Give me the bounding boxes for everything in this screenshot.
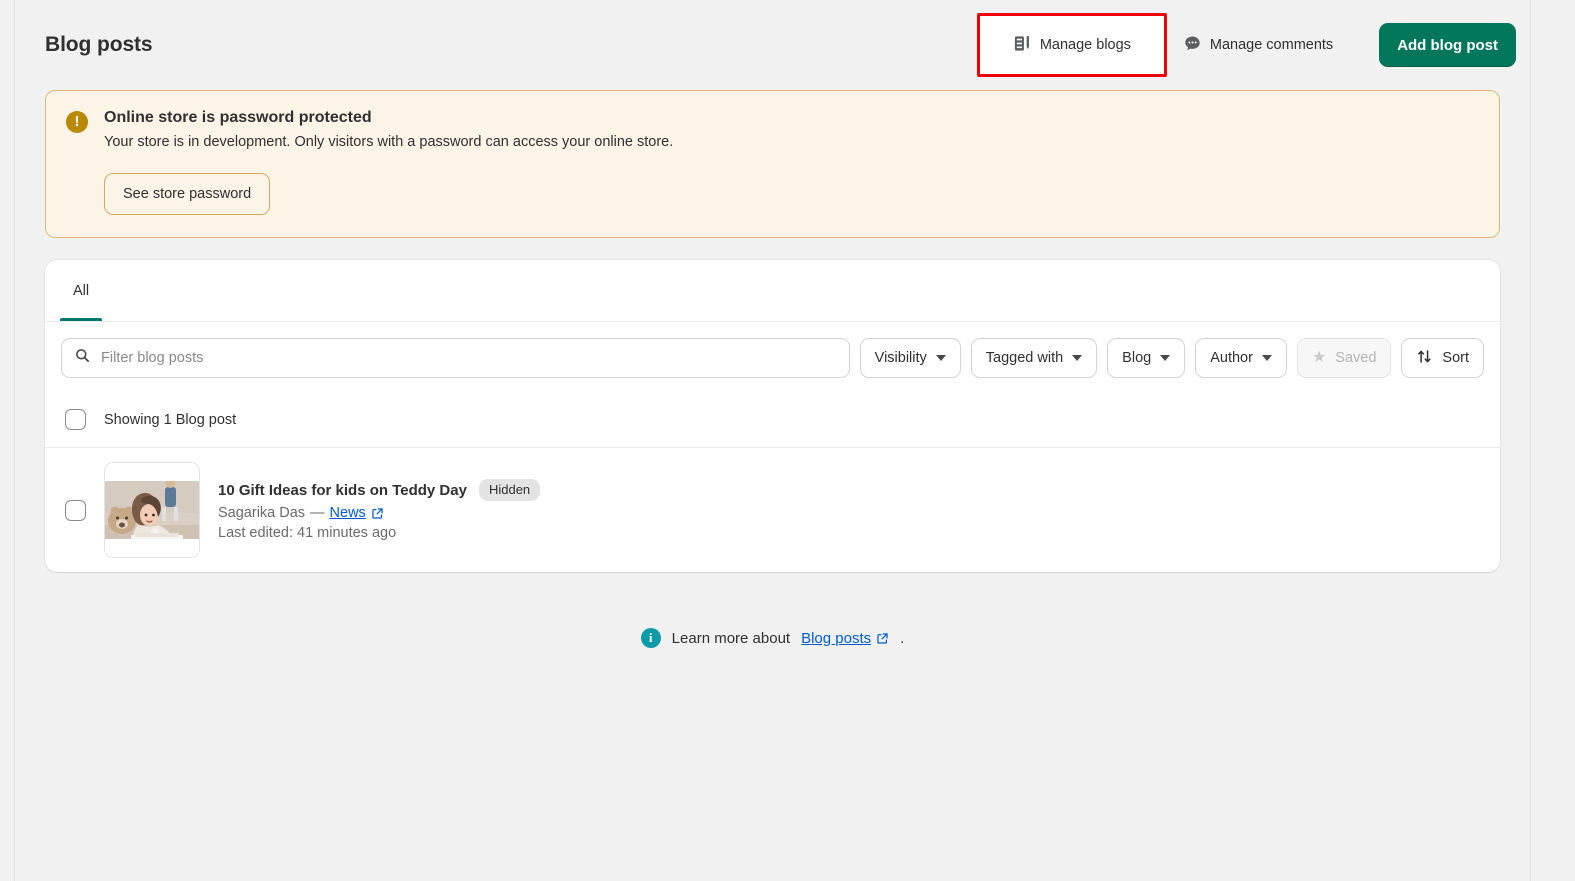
filter-author-label: Author [1210,350,1253,366]
tab-all[interactable]: All [57,260,105,321]
filter-blog-label: Blog [1122,350,1151,366]
star-icon: ★ [1312,350,1326,366]
external-link-icon[interactable] [371,507,384,520]
chevron-down-icon [936,355,946,361]
page-header: Blog posts Manage [15,0,1530,90]
filter-visibility-label: Visibility [875,350,927,366]
page-title: Blog posts [45,33,153,57]
filter-tagged-with-label: Tagged with [986,350,1063,366]
select-all-checkbox[interactable] [65,409,86,430]
blog-post-last-edited: Last edited: 41 minutes ago [218,525,540,541]
manage-blogs-button[interactable]: Manage blogs [999,27,1145,63]
sort-button[interactable]: Sort [1401,338,1484,378]
footer-prefix: Learn more about [672,630,790,647]
search-input[interactable] [101,350,837,366]
banner-text: Your store is in development. Only visit… [104,132,673,153]
search-icon [74,347,91,369]
manage-blogs-label: Manage blogs [1040,37,1131,53]
info-circle-icon: i [641,628,661,648]
footer-link-wrap[interactable]: Blog posts [801,630,889,647]
external-link-icon[interactable] [876,632,889,645]
blog-pencil-icon [1013,34,1032,57]
chevron-down-icon [1072,355,1082,361]
blog-post-info: 10 Gift Ideas for kids on Teddy Day Hidd… [218,479,540,542]
manage-comments-label: Manage comments [1210,37,1333,53]
filter-blog-button[interactable]: Blog [1107,338,1185,378]
manage-comments-button[interactable]: Manage comments [1169,27,1347,63]
manage-blogs-annotation-box: Manage blogs [977,13,1167,77]
blog-post-title[interactable]: 10 Gift Ideas for kids on Teddy Day [218,482,467,499]
blog-post-row[interactable]: 10 Gift Ideas for kids on Teddy Day Hidd… [45,448,1500,572]
filter-visibility-button[interactable]: Visibility [860,338,961,378]
tab-bar: All [45,260,1500,322]
page-content: Blog posts Manage [15,0,1530,881]
chevron-down-icon [1262,355,1272,361]
alert-circle-icon: ! [66,111,88,133]
row-select-checkbox[interactable] [65,500,86,521]
sort-label: Sort [1442,350,1469,366]
chevron-down-icon [1160,355,1170,361]
speech-bubble-icon [1183,34,1202,57]
meta-separator: — [310,505,325,521]
blog-post-author: Sagarika Das [218,505,305,521]
blog-post-title-line: 10 Gift Ideas for kids on Teddy Day Hidd… [218,479,540,502]
filter-tagged-with-button[interactable]: Tagged with [971,338,1097,378]
password-protected-banner: ! Online store is password protected You… [45,90,1500,238]
app-viewport: Blog posts Manage [0,0,1575,881]
see-store-password-button[interactable]: See store password [104,173,270,215]
saved-label: Saved [1335,350,1376,366]
sort-arrows-icon [1416,348,1433,369]
add-blog-post-button[interactable]: Add blog post [1379,23,1516,67]
search-box[interactable] [61,338,850,378]
status-badge: Hidden [479,479,540,502]
footer-suffix: . [900,630,904,647]
header-actions: Manage blogs Manage comments Add b [977,13,1516,77]
content-frame-right-rule [1530,0,1531,881]
learn-more-footer: i Learn more about Blog posts . [15,628,1530,648]
showing-count-label: Showing 1 Blog post [104,412,236,428]
blog-name-link[interactable]: News [330,505,366,521]
banner-body: Online store is password protected Your … [104,109,673,215]
saved-searches-button[interactable]: ★ Saved [1297,338,1391,378]
filter-author-button[interactable]: Author [1195,338,1287,378]
banner-title: Online store is password protected [104,109,673,127]
blog-post-meta: Sagarika Das — News [218,505,540,521]
filter-row: Visibility Tagged with Blog Author ★ [45,322,1500,392]
girl-with-teddy-bear-photo [105,463,199,557]
blog-posts-help-link[interactable]: Blog posts [801,630,871,647]
blog-posts-card: All Visibility Ta [45,260,1500,572]
blog-post-thumbnail [104,462,200,558]
select-all-row: Showing 1 Blog post [45,392,1500,448]
